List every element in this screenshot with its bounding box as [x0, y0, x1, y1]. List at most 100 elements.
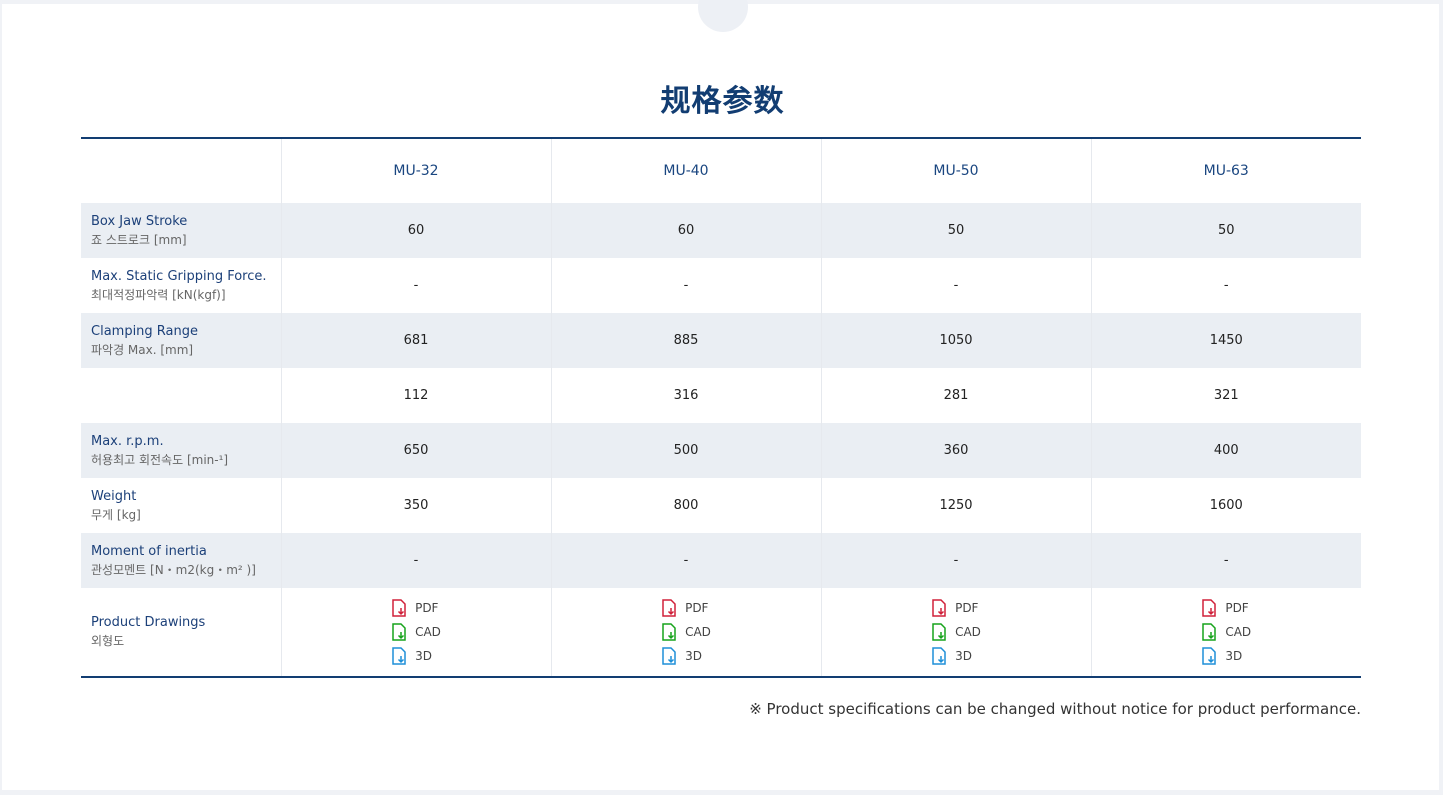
table-cell: - [550, 258, 821, 313]
pdf-label: PDF [955, 600, 979, 615]
pdf-label: PDF [1225, 600, 1249, 615]
table-cell: 50 [1090, 203, 1361, 258]
row-label-ko: 죠 스트로크 [mm] [91, 232, 187, 247]
3d-download-link[interactable]: 3D [1201, 644, 1251, 668]
table-row: Box Jaw Stroke 죠 스트로크 [mm] 60 60 50 50 [81, 203, 1361, 258]
table-cell: 350 [280, 478, 551, 533]
3d-label: 3D [955, 648, 972, 663]
row-label-ko: 허용최고 회전속도 [min-¹] [91, 452, 229, 467]
row-label: Weight 무게 [kg] [81, 478, 281, 533]
row-label-en: Clamping Range [91, 323, 199, 339]
pdf-file-icon [662, 598, 676, 617]
3d-file-icon [662, 646, 676, 665]
cad-download-link[interactable]: CAD [391, 620, 441, 644]
table-cell: 1450 [1090, 313, 1361, 368]
cad-label: CAD [955, 624, 981, 639]
cad-file-icon [932, 622, 946, 641]
pdf-label: PDF [685, 600, 709, 615]
pdf-file-icon [932, 598, 946, 617]
row-label-ko: 최대적정파악력 [kN(kgf)] [91, 287, 226, 302]
spec-disclaimer-note: ※ Product specifications can be changed … [749, 700, 1361, 718]
3d-download-link[interactable]: 3D [391, 644, 441, 668]
download-list: PDF CAD 3D [1201, 596, 1251, 668]
pdf-download-link[interactable]: PDF [661, 596, 711, 620]
3d-label: 3D [685, 648, 702, 663]
table-cell: - [1090, 258, 1361, 313]
table-cell: - [550, 533, 821, 588]
drawings-cell: PDF CAD 3D [820, 588, 1091, 677]
pdf-download-link[interactable]: PDF [391, 596, 441, 620]
table-cell: - [280, 533, 551, 588]
cad-file-icon [392, 622, 406, 641]
table-cell: - [280, 258, 551, 313]
model-header-row: MU-32 MU-40 MU-50 MU-63 [81, 138, 1361, 203]
spec-table: MU-32 MU-40 MU-50 MU-63 Box Jaw Stroke 죠… [81, 137, 1361, 678]
pdf-file-icon [392, 598, 406, 617]
table-cell: - [820, 258, 1091, 313]
row-label-en: Product Drawings [91, 615, 206, 630]
row-label: Max. r.p.m. 허용최고 회전속도 [min-¹] [81, 423, 281, 478]
table-cell: 1250 [820, 478, 1091, 533]
3d-download-link[interactable]: 3D [661, 644, 711, 668]
row-label-en: Max. r.p.m. [91, 433, 164, 449]
row-label-en: Box Jaw Stroke [91, 213, 188, 229]
model-header: MU-32 [280, 138, 551, 203]
pdf-file-icon [1202, 598, 1217, 617]
cad-label: CAD [1225, 624, 1252, 639]
table-cell: 360 [820, 423, 1091, 478]
table-cell: 316 [550, 368, 821, 423]
pdf-download-link[interactable]: PDF [931, 596, 981, 620]
page-title: 规格参数 [660, 84, 785, 119]
table-cell: 60 [550, 203, 821, 258]
row-label-en: Moment of inertia [91, 543, 207, 559]
table-cell: - [1090, 533, 1361, 588]
table-cell: 400 [1090, 423, 1361, 478]
cad-download-link[interactable]: CAD [661, 620, 711, 644]
table-row: Clamping Range 파악경 Max. [mm] 681 885 105… [81, 313, 1361, 368]
drawings-row: Product Drawings 외형도 PDF CAD 3D PDF CAD … [81, 588, 1361, 677]
row-label: Max. Static Gripping Force. 최대적정파악력 [kN(… [81, 258, 281, 313]
cad-label: CAD [415, 624, 441, 639]
table-cell: 885 [550, 313, 821, 368]
table-cell: 1600 [1090, 478, 1361, 533]
table-row: Max. r.p.m. 허용최고 회전속도 [min-¹] 650 500 36… [81, 423, 1361, 478]
table-cell: 681 [280, 313, 551, 368]
table-cell: 500 [550, 423, 821, 478]
3d-file-icon [1202, 646, 1217, 665]
table-row: 112 316 281 321 [81, 368, 1361, 423]
table-row: Moment of inertia 관성모멘트 [N・m2(kg・m² )] -… [81, 533, 1361, 588]
download-list: PDF CAD 3D [391, 596, 441, 668]
model-header: MU-40 [550, 138, 821, 203]
table-cell: 50 [820, 203, 1091, 258]
drawings-cell: PDF CAD 3D [550, 588, 821, 677]
table-cell: 800 [550, 478, 821, 533]
row-label [81, 368, 281, 423]
row-label-ko: 외형도 [91, 634, 125, 648]
row-label-ko: 무게 [kg] [91, 507, 141, 522]
3d-label: 3D [415, 648, 432, 663]
table-cell: 112 [280, 368, 551, 423]
cad-download-link[interactable]: CAD [1201, 620, 1251, 644]
table-cell: 650 [280, 423, 551, 478]
table-cell: 60 [280, 203, 551, 258]
pdf-label: PDF [415, 600, 439, 615]
model-header: MU-50 [820, 138, 1091, 203]
table-cell: 281 [820, 368, 1091, 423]
table-cell: - [820, 533, 1091, 588]
row-label: Moment of inertia 관성모멘트 [N・m2(kg・m² )] [81, 533, 281, 588]
pdf-download-link[interactable]: PDF [1201, 596, 1251, 620]
cad-download-link[interactable]: CAD [931, 620, 981, 644]
top-notch [698, 0, 748, 32]
row-label: Clamping Range 파악경 Max. [mm] [81, 313, 281, 368]
table-cell: 321 [1090, 368, 1361, 423]
row-label: Box Jaw Stroke 죠 스트로크 [mm] [81, 203, 281, 258]
3d-label: 3D [1225, 648, 1243, 663]
download-list: PDF CAD 3D [931, 596, 981, 668]
model-header: MU-63 [1090, 138, 1361, 203]
table-row: Max. Static Gripping Force. 최대적정파악력 [kN(… [81, 258, 1361, 313]
table-row: Weight 무게 [kg] 350 800 1250 1600 [81, 478, 1361, 533]
drawings-cell: PDF CAD 3D [280, 588, 551, 677]
row-label-en: Max. Static Gripping Force. [91, 268, 267, 284]
3d-file-icon [932, 646, 946, 665]
3d-download-link[interactable]: 3D [931, 644, 981, 668]
